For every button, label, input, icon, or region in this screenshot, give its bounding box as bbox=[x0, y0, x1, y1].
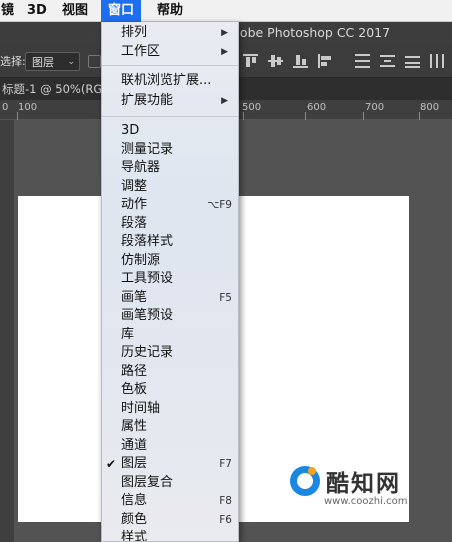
menu-item-styles[interactable]: 样式 bbox=[102, 529, 238, 542]
window-menu-dropdown: 排列 ▶ 工作区 ▶ 联机浏览扩展... 扩展功能 ▶ 3D 测量记录 导航器 … bbox=[101, 22, 239, 542]
chevron-down-icon: ⌄ bbox=[67, 57, 75, 67]
menu-item-label: 仿制源 bbox=[121, 252, 161, 268]
menu-item-shortcut: F7 bbox=[219, 458, 232, 470]
menu-item-paths[interactable]: 路径 bbox=[102, 363, 238, 382]
vertical-ruler bbox=[0, 120, 14, 542]
menu-item-shortcut: F8 bbox=[219, 495, 232, 507]
distribute-center-icon[interactable] bbox=[380, 54, 395, 68]
menu-item-timeline[interactable]: 时间轴 bbox=[102, 400, 238, 419]
auto-select-dropdown[interactable]: 图层 ⌄ bbox=[25, 52, 80, 71]
menu-item-info[interactable]: 信息 F8 bbox=[102, 492, 238, 511]
menu-item-arrange[interactable]: 排列 ▶ bbox=[102, 24, 238, 43]
ruler-label: 100 bbox=[18, 102, 38, 113]
menu-item-label: 属性 bbox=[121, 419, 148, 434]
menu-item-tool-presets[interactable]: 工具预设 bbox=[102, 270, 238, 289]
menu-item-label: 信息 bbox=[121, 493, 148, 508]
menu-item-label: 3D bbox=[121, 123, 140, 138]
align-top-icon[interactable] bbox=[243, 54, 258, 68]
menu-item-label: 路径 bbox=[121, 363, 148, 379]
menu-item-3d[interactable]: 3D bbox=[20, 0, 54, 22]
align-left-icon[interactable] bbox=[318, 54, 333, 68]
menu-item-3d-panel[interactable]: 3D bbox=[102, 122, 238, 141]
ruler-label: 800 bbox=[420, 102, 440, 113]
distribute-bottom-icon[interactable] bbox=[405, 54, 420, 68]
menu-item-color[interactable]: 颜色 F6 bbox=[102, 511, 238, 530]
submenu-arrow-icon: ▶ bbox=[221, 96, 228, 106]
menu-item-swatches[interactable]: 色板 bbox=[102, 381, 238, 400]
ruler-label: 500 bbox=[242, 102, 262, 113]
menu-item-label: 色板 bbox=[121, 382, 148, 397]
ruler-label: 0 bbox=[2, 102, 9, 113]
show-transform-checkbox[interactable] bbox=[88, 55, 101, 68]
menu-item-label: 排列 bbox=[121, 25, 148, 40]
menu-item-label: 测量记录 bbox=[121, 141, 174, 157]
menu-item-actions[interactable]: 动作 ⌥F9 bbox=[102, 196, 238, 215]
menu-item-label: 历史记录 bbox=[121, 345, 174, 360]
menu-item-label: 段落样式 bbox=[121, 234, 174, 249]
menu-item-paragraph[interactable]: 段落 bbox=[102, 215, 238, 234]
document-tab[interactable]: 标题-1 @ 50%(RGB bbox=[0, 78, 110, 100]
menu-item-brush-presets[interactable]: 画笔预设 bbox=[102, 307, 238, 326]
menu-item-shortcut: F6 bbox=[219, 513, 232, 526]
menu-item-libraries[interactable]: 库 bbox=[102, 326, 238, 345]
menu-item-label: 画笔预设 bbox=[121, 308, 174, 323]
watermark-text: 酷知网 bbox=[326, 471, 401, 497]
menu-item-image[interactable]: 镜 bbox=[0, 0, 21, 22]
menu-item-properties[interactable]: 属性 bbox=[102, 418, 238, 437]
menu-item-navigator[interactable]: 导航器 bbox=[102, 159, 238, 178]
menu-item-paragraph-styles[interactable]: 段落样式 bbox=[102, 233, 238, 252]
menu-item-label: 联机浏览扩展... bbox=[121, 73, 212, 88]
align-vertical-center-icon[interactable] bbox=[268, 54, 283, 68]
menu-item-label: 颜色 bbox=[121, 511, 148, 527]
menu-item-view[interactable]: 视图 bbox=[55, 0, 95, 22]
menu-item-layers[interactable]: ✔ 图层 F7 bbox=[102, 455, 238, 474]
menu-item-channels[interactable]: 通道 bbox=[102, 437, 238, 456]
coozhi-logo-icon bbox=[290, 466, 320, 496]
menu-item-shortcut: F5 bbox=[219, 291, 232, 304]
menu-item-layer-comps[interactable]: 图层复合 bbox=[102, 474, 238, 493]
menu-item-label: 图层复合 bbox=[121, 474, 174, 490]
menu-separator bbox=[102, 116, 238, 117]
menu-item-label: 导航器 bbox=[121, 160, 161, 175]
menu-item-shortcut: ⌥F9 bbox=[207, 199, 232, 211]
watermark: 酷知网 www.coozhi.com bbox=[290, 462, 430, 522]
menu-item-window[interactable]: 窗口 bbox=[101, 0, 142, 22]
distribute-top-icon[interactable] bbox=[355, 54, 370, 68]
menu-item-help[interactable]: 帮助 bbox=[150, 0, 190, 22]
menu-item-history[interactable]: 历史记录 bbox=[102, 344, 238, 363]
menu-item-label: 工具预设 bbox=[121, 271, 174, 286]
watermark-url: www.coozhi.com bbox=[324, 496, 408, 507]
menu-item-adjustments[interactable]: 调整 bbox=[102, 178, 238, 197]
menu-item-workspace[interactable]: 工作区 ▶ bbox=[102, 43, 238, 62]
menu-item-measurement-log[interactable]: 测量记录 bbox=[102, 141, 238, 160]
submenu-arrow-icon: ▶ bbox=[221, 28, 228, 38]
menu-bar: 镜 3D 视图 窗口 帮助 bbox=[0, 0, 452, 22]
auto-select-value: 图层 bbox=[32, 56, 54, 69]
menu-item-label: 扩展功能 bbox=[121, 93, 174, 108]
menu-item-label: 时间轴 bbox=[121, 400, 161, 416]
distribute-left-icon[interactable] bbox=[430, 54, 445, 68]
submenu-arrow-icon: ▶ bbox=[221, 47, 228, 57]
menu-item-extensions[interactable]: 扩展功能 ▶ bbox=[102, 92, 238, 111]
menu-item-label: 调整 bbox=[121, 178, 148, 194]
app-title: dobe Photoshop CC 2017 bbox=[232, 25, 391, 40]
menu-item-label: 工作区 bbox=[121, 44, 161, 59]
ruler-label: 700 bbox=[365, 102, 385, 113]
checkmark-icon: ✔ bbox=[106, 457, 117, 471]
menu-item-label: 画笔 bbox=[121, 289, 148, 305]
menu-item-label: 图层 bbox=[121, 456, 148, 471]
auto-select-label: 选择: bbox=[0, 55, 26, 68]
align-bottom-icon[interactable] bbox=[293, 54, 308, 68]
menu-item-label: 段落 bbox=[121, 215, 148, 231]
menu-item-clone-source[interactable]: 仿制源 bbox=[102, 252, 238, 271]
menu-item-label: 库 bbox=[121, 326, 135, 342]
menu-item-brush[interactable]: 画笔 F5 bbox=[102, 289, 238, 308]
menu-item-label: 通道 bbox=[121, 437, 148, 453]
menu-item-label: 样式 bbox=[121, 530, 148, 542]
ruler-label: 600 bbox=[307, 102, 327, 113]
menu-separator bbox=[102, 65, 238, 66]
menu-item-label: 动作 bbox=[121, 197, 148, 212]
menu-item-browse-extensions[interactable]: 联机浏览扩展... bbox=[102, 72, 238, 91]
